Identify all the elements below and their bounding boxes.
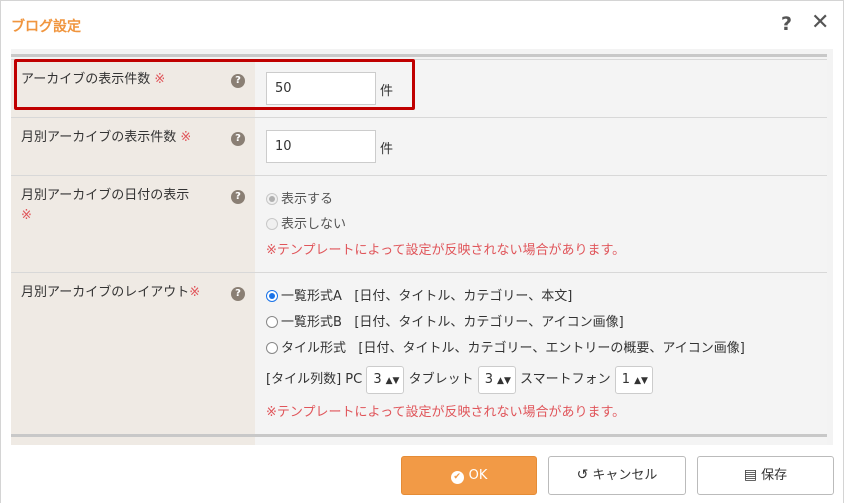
layout-list-a-option[interactable]: 一覧形式A [日付、タイトル、カテゴリー、本文] (266, 287, 572, 307)
unit-label: 件 (380, 84, 394, 99)
row-archive-count: アーカイブの表示件数 ※ ? 件 (11, 59, 827, 117)
pc-columns-select[interactable]: 3 ▲▼ (366, 365, 405, 394)
help-icon[interactable]: ? (781, 13, 792, 35)
check-icon: ✔ (450, 471, 464, 484)
monthly-count-input[interactable] (266, 130, 376, 163)
radio-icon[interactable] (266, 218, 278, 230)
tablet-label: タブレット (408, 372, 474, 387)
value-cell: 件 (255, 118, 827, 175)
dialog-title: ブログ設定 (11, 19, 81, 35)
updown-icon: ▲▼ (385, 375, 400, 386)
template-note: ※テンプレートによって設定が反映されない場合があります。 (266, 243, 626, 258)
layout-list-b-option[interactable]: 一覧形式B [日付、タイトル、カテゴリー、アイコン画像] (266, 313, 624, 333)
date-show-option[interactable]: 表示する (266, 190, 333, 210)
value-cell: 件 (255, 60, 827, 117)
radio-icon[interactable] (266, 193, 278, 205)
smartphone-label: スマートフォン (520, 372, 611, 387)
updown-icon: ▲▼ (497, 375, 511, 386)
radio-icon[interactable] (266, 290, 278, 302)
smartphone-columns-select[interactable]: 1 ▲▼ (614, 365, 653, 394)
question-icon[interactable]: ? (231, 74, 245, 88)
archive-count-input[interactable] (266, 72, 376, 105)
required-mark: ※ (154, 72, 166, 87)
monthly-date-label: 月別アーカイブの日付の表示 (21, 188, 190, 203)
updown-icon: ▲▼ (634, 375, 648, 386)
layout-tile-option[interactable]: タイル形式 [日付、タイトル、カテゴリー、エントリーの概要、アイコン画像] (266, 339, 745, 359)
row-next-partial (11, 434, 827, 445)
date-hide-option[interactable]: 表示しない (266, 215, 346, 235)
blog-settings-dialog: ブログ設定 ? ✕ アーカイブの表示件数 ※ ? 件 月別アーカイブの表 (0, 0, 844, 503)
cancel-button[interactable]: ↺ キャンセル (548, 456, 686, 495)
archive-count-label: アーカイブの表示件数 (21, 72, 151, 87)
radio-icon[interactable] (266, 342, 278, 354)
row-monthly-layout: 月別アーカイブのレイアウト※ ? 一覧形式A [日付、タイトル、カテゴリー、本文… (11, 272, 827, 434)
close-icon[interactable]: ✕ (811, 10, 829, 35)
dialog-footer: ✔ OK ↺ キャンセル ▤ 保存 (1, 445, 843, 503)
template-note: ※テンプレートによって設定が反映されない場合があります。 (266, 405, 626, 420)
monthly-layout-label: 月別アーカイブのレイアウト (21, 285, 190, 300)
scrollbar[interactable] (827, 49, 833, 445)
question-icon[interactable]: ? (231, 132, 245, 146)
value-cell: 表示する 表示しない ※テンプレートによって設定が反映されない場合があります。 (255, 176, 827, 272)
label-cell: アーカイブの表示件数 ※ ? (11, 60, 255, 117)
label-cell: 月別アーカイブの表示件数 ※ ? (11, 118, 255, 175)
question-icon[interactable]: ? (231, 190, 245, 204)
radio-icon[interactable] (266, 316, 278, 328)
tile-columns-row: [タイル列数] PC 3 ▲▼ タブレット 3 ▲▼ スマートフォン 1 ▲▼ (266, 365, 653, 395)
label-cell: 月別アーカイブの日付の表示 ※ ? (11, 176, 255, 272)
undo-icon: ↺ (576, 467, 589, 483)
tile-columns-label: [タイル列数] PC (266, 372, 363, 387)
required-mark: ※ (21, 208, 32, 223)
question-icon[interactable]: ? (231, 287, 245, 301)
monthly-count-label: 月別アーカイブの表示件数 (21, 130, 177, 145)
dialog-titlebar: ブログ設定 ? ✕ (1, 1, 843, 49)
tablet-columns-select[interactable]: 3 ▲▼ (477, 365, 516, 394)
settings-content: アーカイブの表示件数 ※ ? 件 月別アーカイブの表示件数 ※ ? 件 (11, 49, 833, 445)
value-cell: 一覧形式A [日付、タイトル、カテゴリー、本文] 一覧形式B [日付、タイトル、… (255, 273, 827, 434)
ok-button[interactable]: ✔ OK (401, 456, 537, 495)
content-top-divider (11, 49, 827, 57)
row-monthly-count: 月別アーカイブの表示件数 ※ ? 件 (11, 117, 827, 175)
unit-label: 件 (380, 142, 394, 157)
save-button[interactable]: ▤ 保存 (697, 456, 834, 495)
required-mark: ※ (189, 285, 201, 300)
label-cell: 月別アーカイブのレイアウト※ ? (11, 273, 255, 434)
required-mark: ※ (180, 130, 192, 145)
document-icon: ▤ (743, 467, 758, 483)
row-monthly-date: 月別アーカイブの日付の表示 ※ ? 表示する 表示しない ※テンプレートによって… (11, 175, 827, 272)
